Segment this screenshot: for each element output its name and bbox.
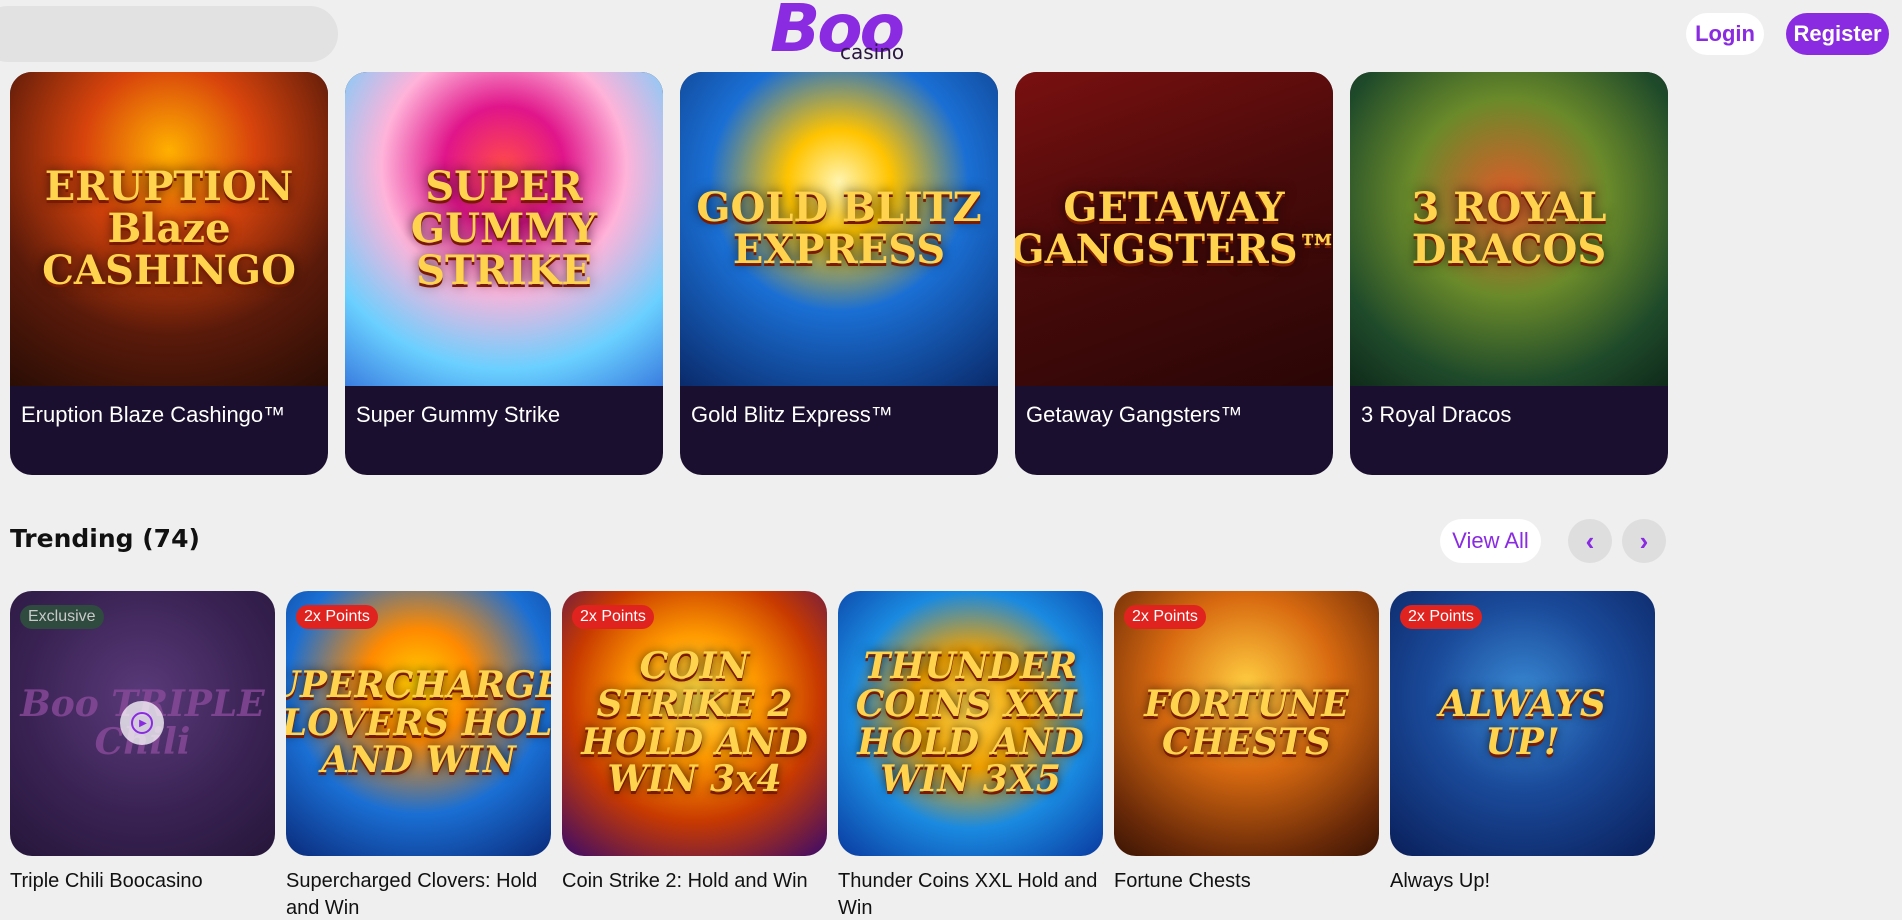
game-art-title: FORTUNE CHESTS: [1144, 682, 1349, 763]
boo-casino-logo[interactable]: Boo casino: [770, 0, 910, 70]
carousel-prev-button[interactable]: ‹: [1568, 519, 1612, 563]
register-button[interactable]: Register: [1786, 13, 1889, 55]
play-icon: ▶: [131, 712, 153, 734]
game-thumbnail: Boo TRIPLE Chili Exclusive ▶: [10, 591, 275, 856]
logo-sub-text: casino: [840, 40, 905, 64]
game-art-title: COIN STRIKE 2 HOLD AND WIN 3x4: [581, 644, 808, 801]
game-thumbnail: SUPERCHARGED CLOVERS HOLD AND WIN 2x Poi…: [286, 591, 551, 856]
featured-game-card[interactable]: GETAWAY GANGSTERS™ Getaway Gangsters™: [1015, 72, 1333, 475]
game-thumbnail: COIN STRIKE 2 HOLD AND WIN 3x4 2x Points: [562, 591, 827, 856]
game-name: Fortune Chests: [1114, 870, 1251, 892]
game-thumbnail: ERUPTION Blaze CASHINGO: [10, 72, 328, 386]
game-name: Gold Blitz Express™: [691, 402, 893, 427]
featured-game-card[interactable]: 3 ROYAL DRACOS 3 Royal Dracos: [1350, 72, 1668, 475]
trending-game-card[interactable]: FORTUNE CHESTS 2x Points Fortune Chests: [1114, 591, 1379, 895]
game-name: Coin Strike 2: Hold and Win: [562, 870, 808, 892]
section-title-trending: Trending (74): [10, 524, 200, 553]
game-art-title: SUPER GUMMY STRIKE: [410, 163, 598, 294]
game-name: 3 Royal Dracos: [1361, 402, 1512, 427]
game-name: Triple Chili Boocasino: [10, 870, 203, 892]
login-button[interactable]: Login: [1686, 13, 1764, 55]
points-badge: 2x Points: [1400, 605, 1482, 629]
game-thumbnail: 3 ROYAL DRACOS: [1350, 72, 1668, 386]
game-name: Supercharged Clovers: Hold and Win: [286, 870, 538, 919]
featured-game-card[interactable]: SUPER GUMMY STRIKE Super Gummy Strike: [345, 72, 663, 475]
game-name: Super Gummy Strike: [356, 402, 561, 427]
trending-game-card[interactable]: SUPERCHARGED CLOVERS HOLD AND WIN 2x Poi…: [286, 591, 551, 920]
game-thumbnail: GETAWAY GANGSTERS™: [1015, 72, 1333, 386]
game-thumbnail: SUPER GUMMY STRIKE: [345, 72, 663, 386]
carousel-next-button[interactable]: ›: [1622, 519, 1666, 563]
game-name: Thunder Coins XXL Hold and Win: [838, 870, 1098, 919]
game-art-title: 3 ROYAL DRACOS: [1411, 184, 1607, 273]
play-button[interactable]: ▶: [120, 701, 164, 745]
game-art-title: THUNDER COINS XXL HOLD AND WIN 3X5: [855, 644, 1086, 801]
chevron-left-icon: ‹: [1585, 525, 1595, 556]
game-thumbnail: FORTUNE CHESTS 2x Points: [1114, 591, 1379, 856]
game-art-title: GETAWAY GANGSTERS™: [1015, 184, 1333, 273]
points-badge: 2x Points: [572, 605, 654, 629]
exclusive-badge: Exclusive: [20, 605, 104, 629]
game-thumbnail: THUNDER COINS XXL HOLD AND WIN 3X5: [838, 591, 1103, 856]
game-thumbnail: ALWAYS UP! 2x Points: [1390, 591, 1655, 856]
trending-game-card[interactable]: COIN STRIKE 2 HOLD AND WIN 3x4 2x Points…: [562, 591, 827, 895]
game-art-title: ALWAYS UP!: [1439, 682, 1606, 763]
featured-game-card[interactable]: GOLD BLITZ EXPRESS Gold Blitz Express™: [680, 72, 998, 475]
game-thumbnail: GOLD BLITZ EXPRESS: [680, 72, 998, 386]
view-all-button[interactable]: View All: [1440, 519, 1541, 563]
featured-game-card[interactable]: ERUPTION Blaze CASHINGO Eruption Blaze C…: [10, 72, 328, 475]
trending-game-card[interactable]: THUNDER COINS XXL HOLD AND WIN 3X5 Thund…: [838, 591, 1103, 920]
game-art-title: SUPERCHARGED CLOVERS HOLD AND WIN: [286, 663, 551, 782]
game-name: Eruption Blaze Cashingo™: [21, 402, 286, 427]
points-badge: 2x Points: [296, 605, 378, 629]
game-name: Getaway Gangsters™: [1026, 402, 1243, 427]
trending-game-card[interactable]: ALWAYS UP! 2x Points Always Up!: [1390, 591, 1655, 895]
game-art-title: GOLD BLITZ EXPRESS: [696, 184, 982, 273]
game-name: Always Up!: [1390, 870, 1491, 892]
trending-game-card[interactable]: Boo TRIPLE Chili Exclusive ▶ Triple Chil…: [10, 591, 275, 895]
game-art-title: ERUPTION Blaze CASHINGO: [42, 163, 296, 294]
chevron-right-icon: ›: [1639, 525, 1649, 556]
points-badge: 2x Points: [1124, 605, 1206, 629]
search-bar[interactable]: [0, 6, 338, 62]
